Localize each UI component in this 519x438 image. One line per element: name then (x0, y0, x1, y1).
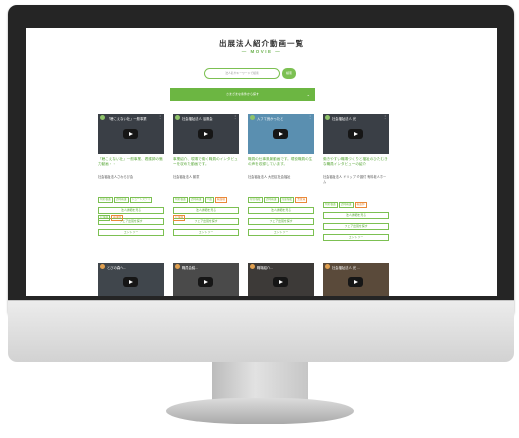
play-icon[interactable] (123, 129, 138, 139)
fair-button[interactable]: フェア出展を探す (323, 223, 389, 230)
play-icon[interactable] (348, 129, 363, 139)
card-organization: 社会福祉法人 鶴童 (173, 175, 200, 179)
tag: 特別養護 (173, 197, 188, 203)
card-organization: 社会福祉法人 大田区社会福祉 (248, 175, 291, 179)
tag-list: 特別養護 訪問看護 介護 看護職介護職 (173, 187, 239, 221)
channel-avatar-icon (100, 264, 105, 269)
fair-button[interactable]: フェア出展を探す (248, 218, 314, 225)
video-thumbnail[interactable]: 社会福祉法人 光 ⋮ (323, 114, 389, 154)
tag: 支援員 (295, 197, 308, 203)
search-input[interactable]: 法人名やキーワードで検索 (204, 68, 280, 79)
tag: 訪問看護 (188, 197, 204, 203)
play-icon[interactable] (273, 277, 288, 287)
details-button[interactable]: 法人詳細を見る (248, 207, 314, 214)
video-thumbnail[interactable]: 職場紹介... (248, 263, 314, 296)
tag: 介護職 (98, 215, 111, 221)
channel-avatar-icon (325, 264, 330, 269)
video-title: 社会福祉法人 光 ... (332, 266, 360, 270)
more-options-icon[interactable]: ⋮ (233, 115, 237, 119)
tag-list: 特別養護 訪問看護 看護師 (323, 192, 389, 212)
page-subtitle: — MOVIE — (241, 49, 282, 54)
tag: 看護職 (214, 197, 227, 203)
video-thumbnail[interactable]: 職員会議... (173, 263, 239, 296)
tag: 児童福祉 (279, 197, 295, 203)
video-card: 社会福祉法人 浴風会 ⋮ 事業紹介、現場で働く職員のインタビューを収めた動画です… (173, 114, 239, 240)
channel-avatar-icon (100, 115, 105, 120)
monitor-stand-base (166, 398, 354, 424)
video-title: 社会福祉法人 光 (332, 117, 356, 121)
video-thumbnail[interactable]: 社会福祉法人 浴風会 ⋮ (173, 114, 239, 154)
card-title[interactable]: 「聴こえない壮」一般事業、看護師の魅力動画・・ (98, 157, 164, 173)
tag: 特別養護 (323, 202, 338, 208)
monitor-screen: 出展法人紹介動画一覧 — MOVIE — 法人名やキーワードで検索 検索 さまざ… (26, 28, 497, 296)
tag: 看護師 (354, 202, 367, 208)
video-title: 入フて良かったと (257, 117, 284, 121)
tag-list: 障害福祉 訪問看護 児童福祉 支援員 (248, 187, 314, 207)
details-button[interactable]: 法人詳細を見る (323, 212, 389, 219)
tag: 訪問看護 (263, 197, 279, 203)
filter-toggle[interactable]: さまざまな条件から探す ⌄ (170, 88, 315, 101)
more-options-icon[interactable]: ⋮ (158, 115, 162, 119)
video-thumbnail[interactable]: とびの森へ... (98, 263, 164, 296)
entry-button[interactable]: エントリー (248, 229, 314, 236)
video-thumbnail[interactable]: 「聴こえない壮」一般事業 ⋮ (98, 114, 164, 154)
video-card: 入フて良かったと ⋮ 職員の仕事風景動画です。現役職員の生の声を収録しています。… (248, 114, 314, 240)
tag: 介護職 (173, 215, 186, 221)
channel-avatar-icon (250, 264, 255, 269)
monitor-mockup: 出展法人紹介動画一覧 — MOVIE — 法人名やキーワードで検索 検索 さまざ… (0, 0, 519, 438)
tag: 訪問看護 (113, 197, 129, 203)
video-title: とびの森へ... (107, 266, 127, 270)
channel-avatar-icon (175, 115, 180, 120)
play-icon[interactable] (198, 129, 213, 139)
video-thumbnail[interactable]: 社会福祉法人 光 ... (323, 263, 389, 296)
tag-list: 特別養護 訪問看護 ショートステイ介護職 看護師 (98, 187, 164, 221)
tag: ショートステイ (129, 197, 153, 203)
video-thumbnail[interactable]: 入フて良かったと ⋮ (248, 114, 314, 154)
card-organization: 社会福祉法人さわらび会 (98, 175, 134, 179)
monitor-chin (8, 300, 514, 362)
channel-avatar-icon (250, 115, 255, 120)
play-icon[interactable] (123, 277, 138, 287)
page-title: 出展法人紹介動画一覧 (219, 39, 304, 48)
video-title: 「聴こえない壮」一般事業 (107, 117, 147, 121)
play-icon[interactable] (198, 277, 213, 287)
entry-button[interactable]: エントリー (173, 229, 239, 236)
card-title[interactable]: 働きやすい職場づくりと福祉のひたむきな職員インタビューの紹介 (323, 157, 389, 173)
card-title[interactable]: 事業紹介、現場で働く職員のインタビューを収めた動画です。 (173, 157, 239, 173)
chevron-down-icon: ⌄ (306, 92, 310, 97)
search-button[interactable]: 検索 (282, 68, 296, 79)
tag: 特別養護 (98, 197, 113, 203)
card-organization: 社会福祉法人 ドリップ 介護付 有料老人ホーム (323, 175, 387, 184)
play-icon[interactable] (273, 129, 288, 139)
video-title: 職員会議... (182, 266, 198, 270)
entry-button[interactable]: エントリー (323, 234, 389, 241)
entry-button[interactable]: エントリー (98, 229, 164, 236)
tag: 介護 (204, 197, 214, 203)
tag: 障害福祉 (248, 197, 263, 203)
video-title: 社会福祉法人 浴風会 (182, 117, 213, 121)
filter-label: さまざまな条件から探す (225, 92, 259, 96)
more-options-icon[interactable]: ⋮ (383, 115, 387, 119)
video-card: 社会福祉法人 光 ⋮ 働きやすい職場づくりと福祉のひたむきな職員インタビューの紹… (323, 114, 389, 245)
card-title[interactable]: 職員の仕事風景動画です。現役職員の生の声を収録しています。 (248, 157, 314, 173)
channel-avatar-icon (325, 115, 330, 120)
tag: 訪問看護 (338, 202, 354, 208)
more-options-icon[interactable]: ⋮ (308, 115, 312, 119)
play-icon[interactable] (348, 277, 363, 287)
channel-avatar-icon (175, 264, 180, 269)
video-title: 職場紹介... (257, 266, 273, 270)
video-card: 「聴こえない壮」一般事業 ⋮ 「聴こえない壮」一般事業、看護師の魅力動画・・ 社… (98, 114, 164, 240)
